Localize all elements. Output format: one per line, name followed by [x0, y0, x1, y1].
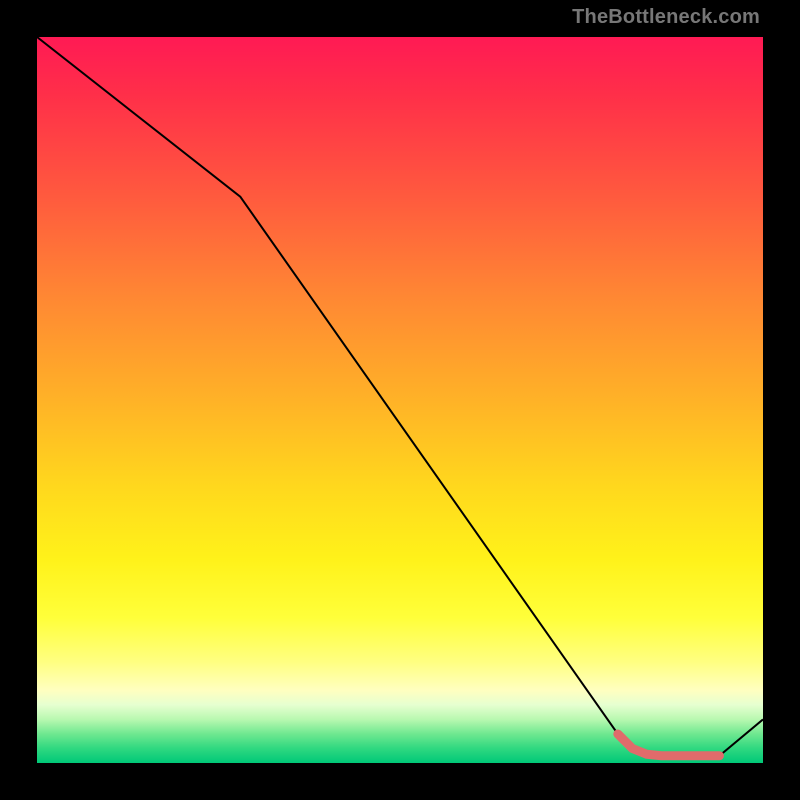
- chart-frame: TheBottleneck.com: [0, 0, 800, 800]
- watermark-text: TheBottleneck.com: [572, 6, 760, 29]
- plot-background-gradient: [37, 37, 763, 763]
